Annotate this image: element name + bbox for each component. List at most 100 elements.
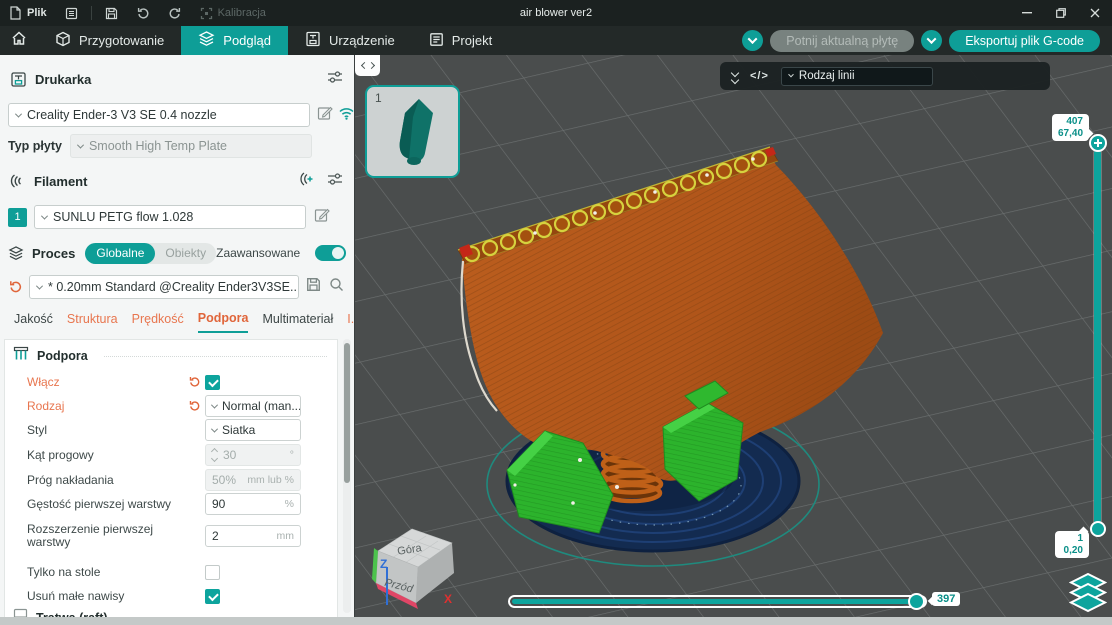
support-style-select[interactable]: Siatka xyxy=(205,419,301,441)
setting-label: Kąt progowy xyxy=(27,447,94,462)
process-section-title: Proces xyxy=(32,245,76,261)
remove-overhangs-checkbox[interactable] xyxy=(205,588,220,604)
preview-layers-icon xyxy=(198,31,215,50)
preset-select[interactable]: * 0.20mm Standard @Creality Ender3V3SE..… xyxy=(29,275,299,299)
setting-label: Rodzaj xyxy=(27,398,65,413)
advanced-toggle[interactable] xyxy=(315,245,347,261)
home-icon xyxy=(11,30,27,51)
layer-slider-bottom-handle[interactable] xyxy=(1090,521,1106,537)
plate-type-row: Typ płyty Smooth High Temp Plate xyxy=(0,134,355,158)
redo-icon xyxy=(168,7,182,20)
printer-settings-icon[interactable] xyxy=(327,70,343,89)
reset-setting-icon[interactable] xyxy=(188,400,201,412)
reset-preset-icon[interactable] xyxy=(8,280,23,294)
enable-support-checkbox[interactable] xyxy=(205,374,220,390)
spinner-arrows[interactable] xyxy=(210,447,219,463)
settings-panel: Drukarka Creality Ender-3 V3 SE 0.4 nozz… xyxy=(0,55,395,625)
filament-slot-badge[interactable]: 1 xyxy=(8,207,27,227)
save-button[interactable] xyxy=(96,0,127,26)
save-preset-icon[interactable] xyxy=(306,277,321,297)
wifi-icon[interactable] xyxy=(338,106,355,125)
minimize-button[interactable] xyxy=(1010,0,1044,26)
tab-struktura[interactable]: Struktura xyxy=(67,312,118,332)
layer-slider-track[interactable] xyxy=(1094,150,1101,524)
scope-global-button[interactable]: Globalne xyxy=(85,242,156,264)
tab-podpora[interactable]: Podpora xyxy=(197,311,249,333)
threshold-angle-input[interactable]: 30 ° xyxy=(205,444,301,466)
redo-button[interactable] xyxy=(159,0,191,26)
first-layer-density-input[interactable]: 90% xyxy=(205,493,301,515)
tab-urzadzenie[interactable]: Urządzenie xyxy=(288,26,412,55)
maximize-button[interactable] xyxy=(1044,0,1078,26)
plate-thumbnail[interactable]: 1 xyxy=(365,85,460,178)
file-icon xyxy=(9,6,22,20)
tab-projekt[interactable]: Projekt xyxy=(412,26,509,55)
orientation-cube[interactable]: Góra Przód Z X xyxy=(372,517,458,617)
overlap-threshold-input[interactable]: 50% mm lub % xyxy=(205,469,301,491)
step-slider-value: 397 xyxy=(932,592,961,606)
step-slider-handle[interactable] xyxy=(908,593,925,610)
printer-select[interactable]: Creality Ender-3 V3 SE 0.4 nozzle xyxy=(8,103,310,127)
support-section-title: Podpora xyxy=(37,349,88,363)
chevron-down-icon xyxy=(35,282,44,290)
tab-predkosc[interactable]: Prędkość xyxy=(132,312,184,332)
support-type-select[interactable]: Normal (man... xyxy=(205,395,301,417)
tab-podglad[interactable]: Podgląd xyxy=(181,26,288,55)
layer-top-height: 67,40 xyxy=(1058,127,1084,139)
tab-przygotowanie[interactable]: Przygotowanie xyxy=(38,26,181,55)
export-gcode-button[interactable]: Eksportuj plik G-code xyxy=(949,29,1100,52)
calibration-button[interactable]: Kalibracja xyxy=(191,0,275,26)
printer-section-title: Drukarka xyxy=(35,71,92,87)
edit-filament-icon[interactable] xyxy=(314,207,330,228)
layer-slider-top-handle[interactable] xyxy=(1089,134,1107,152)
panel-scrollbar[interactable] xyxy=(343,339,351,613)
first-layer-expansion-input[interactable]: 2 mm xyxy=(205,525,301,547)
filament-select-row: 1 SUNLU PETG flow 1.028 xyxy=(0,205,355,229)
plate-type-select[interactable]: Smooth High Temp Plate xyxy=(69,134,312,158)
collapse-toolbar-icon[interactable] xyxy=(730,68,740,84)
scope-objects-button[interactable]: Obiekty xyxy=(155,246,216,260)
panel-collapse-button[interactable] xyxy=(355,55,380,76)
calibration-label: Kalibracja xyxy=(217,7,266,19)
search-settings-icon[interactable] xyxy=(329,277,344,297)
line-type-select[interactable]: Rodzaj linii xyxy=(780,66,933,86)
overlap-threshold-row: Próg nakładania 50% mm lub % xyxy=(5,468,337,492)
step-slider-track[interactable] xyxy=(508,595,927,608)
layer-top-tooltip: 407 67,40 xyxy=(1052,114,1089,141)
remove-overhangs-row: Usuń małe nawisy xyxy=(5,584,337,608)
reset-setting-icon[interactable] xyxy=(188,376,201,388)
export-options-chevron[interactable] xyxy=(921,30,943,51)
chevron-down-icon xyxy=(926,34,937,45)
filament-select[interactable]: SUNLU PETG flow 1.028 xyxy=(34,205,306,229)
titlebar-divider xyxy=(90,6,92,20)
slice-plate-button[interactable]: Potnij aktualną płytę xyxy=(770,29,915,52)
tab-multimaterial[interactable]: Multimateriał xyxy=(262,312,333,332)
edit-printer-icon[interactable] xyxy=(317,105,333,126)
header-rule xyxy=(103,355,327,357)
viewport-canvas[interactable] xyxy=(355,55,1112,617)
unit-label: mm xyxy=(276,530,295,542)
undo-button[interactable] xyxy=(127,0,159,26)
threshold-angle-row: Kąt progowy 30 ° xyxy=(5,443,337,467)
filament-section-title: Filament xyxy=(34,173,88,189)
scrollbar-thumb[interactable] xyxy=(344,343,350,483)
filament-settings-icon[interactable] xyxy=(327,172,343,191)
project-doc-icon xyxy=(429,32,444,50)
tab-jakosc[interactable]: Jakość xyxy=(14,312,53,332)
recent-projects-button[interactable] xyxy=(56,0,87,26)
scope-toggle: Globalne Obiekty xyxy=(85,242,217,264)
slice-options-chevron[interactable] xyxy=(742,30,764,51)
z-axis-label: Z xyxy=(380,557,387,571)
close-button[interactable] xyxy=(1078,0,1112,26)
buildplate-only-checkbox[interactable] xyxy=(205,564,220,580)
add-filament-icon[interactable] xyxy=(299,171,315,192)
support-style-row: Styl Siatka xyxy=(5,418,337,442)
export-gcode-label: Eksportuj plik G-code xyxy=(965,33,1084,48)
home-button[interactable] xyxy=(0,26,38,55)
plate-type-value: Smooth High Temp Plate xyxy=(88,139,227,153)
file-menu-button[interactable]: Plik xyxy=(0,0,56,26)
tab-label: Przygotowanie xyxy=(79,33,165,48)
gcode-view-icon[interactable]: </> xyxy=(750,70,769,82)
advanced-label: Zaawansowane xyxy=(216,246,301,260)
preview-toolbar: </> Rodzaj linii xyxy=(720,62,1050,90)
